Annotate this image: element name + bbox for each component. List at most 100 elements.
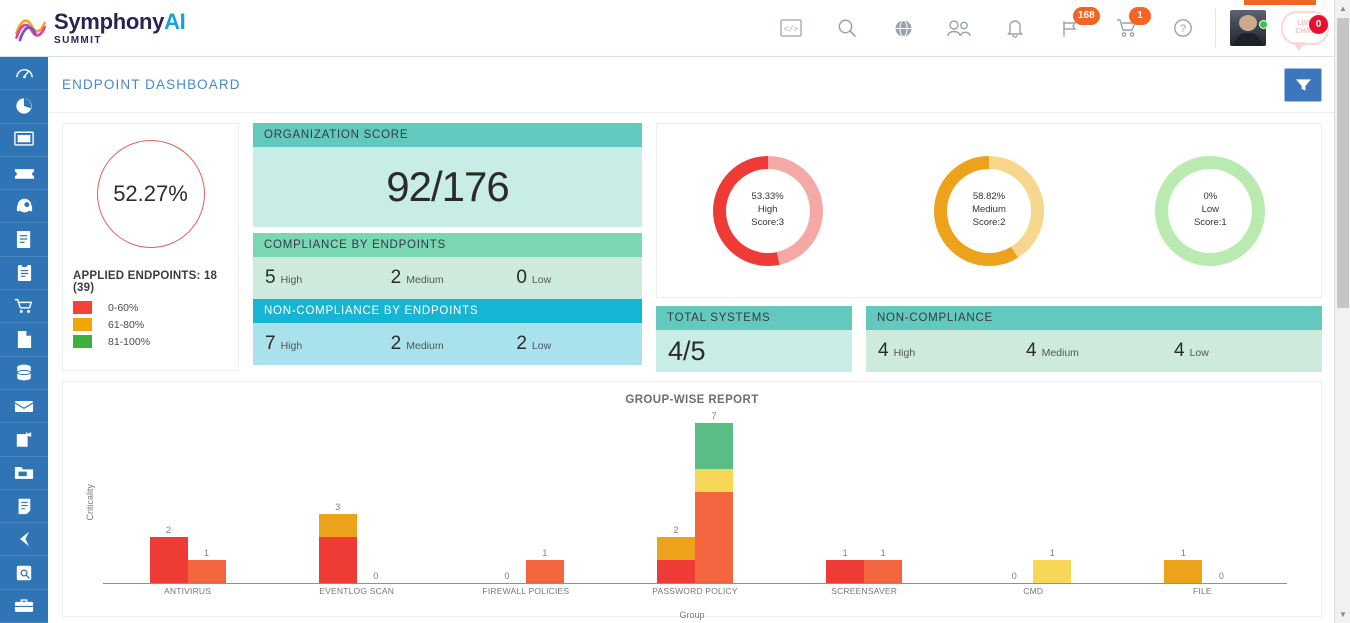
chart-bar-segment [694, 491, 733, 583]
legend-item: 0-60% [73, 301, 228, 314]
chart-bar-segment [1033, 560, 1072, 583]
chart-bar[interactable]: 0 [357, 418, 395, 583]
chart-group: 21 [103, 418, 272, 583]
page-title: ENDPOINT DASHBOARD [62, 77, 241, 92]
announcement-icon[interactable]: 168 [1043, 0, 1100, 57]
filter-button[interactable] [1284, 67, 1322, 102]
sidebar-item-support[interactable] [0, 190, 48, 224]
svg-text:?: ? [1180, 23, 1186, 35]
sidebar-item-tasks[interactable] [0, 257, 48, 291]
bell-icon[interactable] [987, 0, 1043, 57]
sidebar-item-settings[interactable] [0, 556, 48, 590]
applied-endpoints-ring: 52.27% [73, 140, 228, 248]
help-icon[interactable]: ? [1155, 0, 1211, 57]
chart-bar[interactable]: 1 [864, 418, 903, 583]
chart-bar[interactable]: 1 [187, 418, 226, 583]
non-compliance-by-endpoints-card: NON-COMPLIANCE BY ENDPOINTS 7 High 2 Mediu… [253, 299, 642, 365]
users-icon[interactable] [931, 0, 987, 57]
chart-bar[interactable]: 7 [694, 411, 733, 583]
total-systems-value: 4/5 [668, 335, 706, 366]
sidebar-item-folder[interactable] [0, 457, 48, 490]
brand-logo[interactable]: SymphonyAI SUMMIT [0, 10, 186, 46]
chart-bar-segment [826, 560, 865, 583]
chart-bar-value: 1 [1049, 548, 1055, 559]
total-systems-card: TOTAL SYSTEMS 4/5 [656, 306, 852, 372]
chart-group: 01 [949, 418, 1118, 583]
sidebar-item-database[interactable] [0, 357, 48, 390]
chart-group: 11 [780, 418, 949, 583]
sidebar-item-notes[interactable] [0, 490, 48, 524]
chart-bar-segment [1164, 560, 1203, 583]
chart-bar[interactable]: 1 [1033, 418, 1072, 583]
sidebar-item-documents[interactable] [0, 323, 48, 357]
live-chat-badge: 0 [1309, 15, 1328, 34]
chart-bar-value: 1 [880, 548, 886, 559]
group-wise-report-card: GROUP-WISE REPORT Criticality 2130012711… [62, 381, 1322, 620]
organization-score-title: ORGANIZATION SCORE [253, 123, 642, 147]
sidebar-item-projects[interactable] [0, 423, 48, 457]
chart-x-tick: FILE [1193, 586, 1212, 596]
sidebar-item-monitor[interactable] [0, 124, 48, 157]
chart-group: 10 [1118, 418, 1287, 583]
page-scrollbar[interactable]: ▲ ▼ [1334, 0, 1350, 623]
sidebar-item-inbox[interactable] [0, 390, 48, 424]
chart-bar[interactable]: 3 [318, 418, 357, 583]
code-icon[interactable]: </> [763, 0, 819, 57]
chart-bar-segment [694, 423, 733, 469]
organization-score-card: ORGANIZATION SCORE 92/176 [253, 123, 642, 227]
chart-bar-segment [149, 537, 188, 583]
chart-bar[interactable]: 2 [149, 418, 188, 583]
chart-bar[interactable]: 2 [656, 418, 695, 583]
non-compliance-title: NON-COMPLIANCE [866, 306, 1322, 330]
scroll-up-arrow[interactable]: ▲ [1335, 0, 1350, 17]
compliance-by-endpoints-title: COMPLIANCE BY ENDPOINTS [253, 233, 642, 257]
total-systems-title: TOTAL SYSTEMS [656, 306, 852, 330]
document-icon [17, 331, 31, 349]
non-compliance-low: 4 Low [1174, 340, 1209, 361]
chart-bar[interactable]: 1 [826, 418, 865, 583]
settings-icon [16, 565, 32, 580]
sidebar-item-briefcase[interactable] [0, 590, 48, 623]
chart-group: 30 [272, 418, 441, 583]
cart-icon[interactable]: 1 [1099, 0, 1155, 57]
scroll-down-arrow[interactable]: ▼ [1335, 606, 1350, 623]
chart-bar-value: 0 [1218, 571, 1224, 581]
chart-bar[interactable]: 0 [1202, 418, 1240, 583]
chart-bar[interactable]: 0 [995, 418, 1033, 583]
chart-bar[interactable]: 1 [1164, 418, 1203, 583]
chart-bar-segment [656, 560, 695, 583]
chart-bar-value: 0 [504, 571, 510, 581]
report-icon [16, 231, 30, 249]
chart-bar-segment [864, 560, 903, 583]
chart-bar-segment [318, 537, 357, 583]
compliance-medium: 2 Medium [390, 267, 444, 288]
page-header: ENDPOINT DASHBOARD [48, 57, 1334, 113]
severity-donut-medium: 58.82% Medium Score:2 [933, 155, 1044, 266]
clipboard-icon [17, 263, 31, 282]
sidebar-item-analytics[interactable] [0, 90, 48, 124]
ticket-icon [14, 169, 34, 179]
chart-bar-value: 1 [204, 548, 210, 559]
sidebar-item-dashboard[interactable] [0, 57, 48, 91]
chart-bar-value: 1 [542, 548, 548, 559]
chart-area: Criticality 21300127110110 ANTIVIRUS EVEN… [63, 411, 1321, 620]
chart-bar[interactable]: 0 [488, 418, 526, 583]
chart-x-tick: EVENTLOG SCAN [319, 586, 395, 596]
globe-icon[interactable] [875, 0, 931, 57]
endpoint-dashboard-page: SymphonyAI SUMMIT </> 168 1 ? LIVE CHAT … [0, 0, 1350, 623]
chart-bar[interactable]: 1 [525, 418, 564, 583]
avatar[interactable] [1220, 10, 1276, 46]
live-chat-button[interactable]: LIVE CHAT 0 [1276, 11, 1334, 51]
scrollbar-thumb[interactable] [1337, 18, 1349, 308]
severity-donuts-card: 53.33% High Score:3 58.82% Medium Score:… [656, 123, 1322, 298]
sidebar-item-tickets[interactable] [0, 157, 48, 191]
chart-bar-segment [187, 560, 226, 583]
sidebar-item-procurement[interactable] [0, 290, 48, 324]
applied-endpoints-percent: 52.27% [113, 181, 188, 206]
filter-icon [1295, 78, 1311, 91]
sidebar-item-reports[interactable] [0, 223, 48, 257]
chart-x-tick: FIREWALL POLICIES [482, 586, 570, 596]
kpi-row: 52.27% APPLIED ENDPOINTS: 18 (39) 0-60% … [48, 113, 1334, 372]
sidebar-item-bookmark[interactable] [0, 523, 48, 557]
search-icon[interactable] [819, 0, 875, 57]
